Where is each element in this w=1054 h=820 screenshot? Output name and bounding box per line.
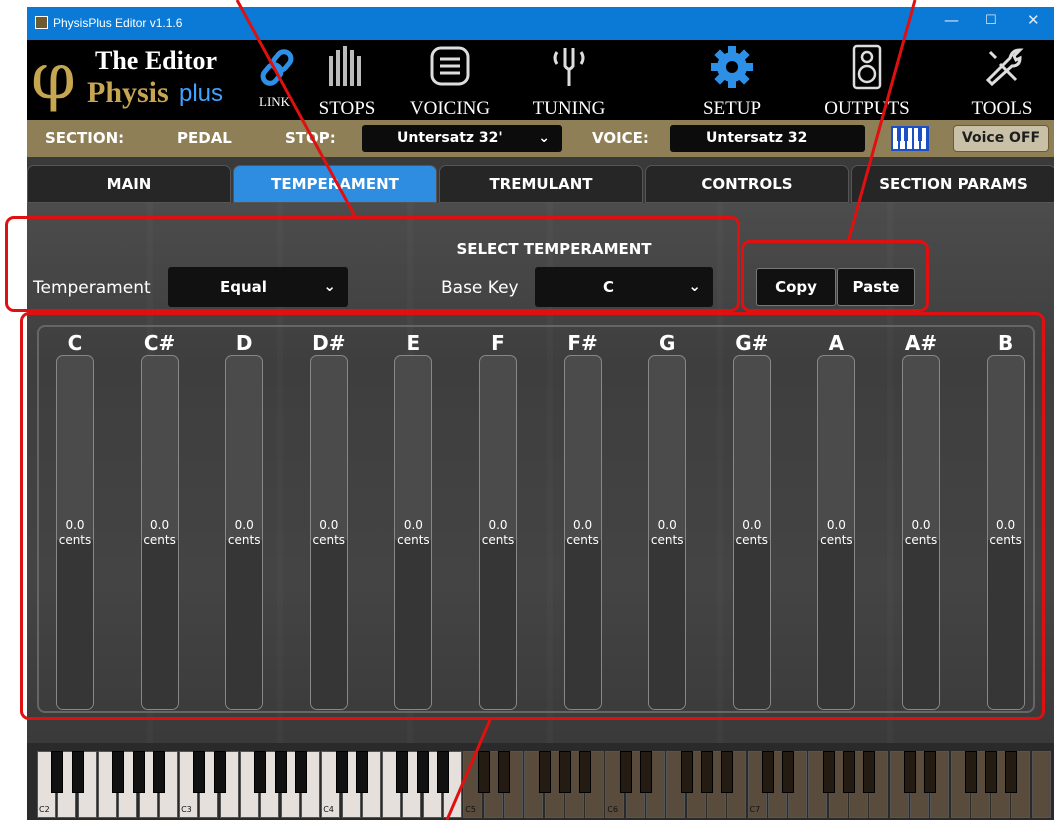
annotation-pointer-lines <box>235 0 917 820</box>
